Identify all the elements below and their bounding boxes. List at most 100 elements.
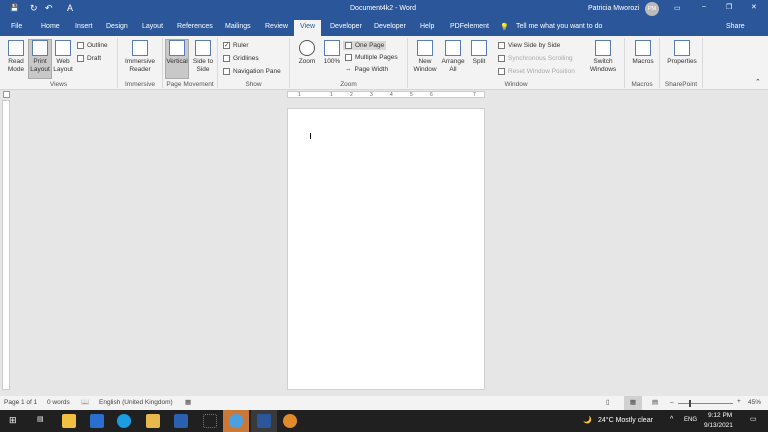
read-mode-button[interactable]: Read Mode [4, 40, 28, 74]
app-icon[interactable] [174, 414, 188, 428]
web-layout-view-icon[interactable]: ▤ [652, 398, 658, 406]
restore-icon[interactable]: ❐ [726, 3, 732, 11]
split-button[interactable]: Split [469, 40, 489, 66]
tab-developer[interactable]: Developer [330, 23, 362, 30]
avatar[interactable]: PM [645, 2, 659, 16]
zoom-level[interactable]: 45% [748, 399, 761, 406]
save-icon[interactable]: 💾 [10, 4, 19, 12]
print-layout-view-icon[interactable]: ▦ [624, 396, 642, 410]
macros-button[interactable]: Macros [628, 40, 658, 66]
page-count[interactable]: Page 1 of 1 [4, 399, 37, 406]
group-label: Window [504, 81, 528, 88]
read-mode-view-icon[interactable]: ▯ [606, 398, 610, 406]
tab-file[interactable]: File [11, 23, 22, 30]
document-page[interactable] [287, 108, 485, 390]
page-width-button[interactable]: ⇔ Page Width [345, 66, 388, 73]
tab-home[interactable]: Home [41, 23, 60, 30]
minimize-icon[interactable]: – [702, 3, 706, 10]
tab-developer-2[interactable]: Developer [374, 23, 406, 30]
chrome-icon[interactable] [283, 414, 297, 428]
taskbar-word[interactable] [251, 410, 277, 432]
share-button[interactable]: Share [726, 23, 745, 30]
mail-icon[interactable] [90, 414, 104, 428]
checkbox-checked-icon: ✓ [223, 42, 230, 49]
vertical-button[interactable]: Vertical [165, 39, 189, 79]
weather-icon[interactable]: 🌙 [583, 416, 592, 424]
tab-design[interactable]: Design [106, 23, 128, 30]
file-explorer-icon[interactable] [146, 414, 160, 428]
new-window-button[interactable]: New Window [412, 40, 438, 74]
web-layout-button[interactable]: Web Layout [52, 40, 74, 74]
title-bar: 💾 ↻ ↶ A Document4k2 - Word Patricia Mwor… [0, 0, 768, 18]
clock-time[interactable]: 9:12 PM [708, 412, 732, 419]
user-name[interactable]: Patricia Mworozi [588, 5, 639, 12]
group-macros: Macros Macros [625, 38, 660, 88]
edge-icon[interactable] [117, 414, 131, 428]
app-icon-2[interactable] [203, 414, 217, 428]
reset-window-position-button[interactable]: Reset Window Position [498, 68, 575, 75]
clock-date[interactable]: 9/13/2021 [704, 422, 733, 429]
tab-references[interactable]: References [177, 23, 213, 30]
store-icon[interactable] [62, 414, 76, 428]
zoom-button[interactable]: Zoom [295, 40, 319, 66]
zoom-100-button[interactable]: 100% [321, 40, 343, 66]
tab-layout[interactable]: Layout [142, 23, 163, 30]
zoom-slider-thumb[interactable] [689, 400, 691, 407]
ruler-checkbox[interactable]: ✓ Ruler [223, 42, 249, 49]
group-label: Page Movement [166, 81, 214, 88]
tell-me-input[interactable]: Tell me what you want to do [516, 23, 602, 30]
horizontal-ruler[interactable]: 1 1 2 3 4 5 6 7 [287, 91, 485, 98]
print-layout-button[interactable]: Print Layout [28, 39, 52, 79]
tab-review[interactable]: Review [265, 23, 288, 30]
notifications-icon[interactable]: ▭ [750, 415, 757, 423]
side-to-side-button[interactable]: Side to Side [191, 40, 215, 74]
group-label: Immersive [125, 81, 155, 88]
windows-start-icon[interactable]: ⊞ [9, 415, 17, 426]
immersive-reader-button[interactable]: Immersive Reader [120, 40, 160, 74]
tab-insert[interactable]: Insert [75, 23, 93, 30]
language[interactable]: English (United Kingdom) [99, 399, 173, 406]
zoom-out-button[interactable]: – [670, 399, 674, 406]
view-side-by-side-button[interactable]: View Side by Side [498, 42, 560, 49]
tab-help[interactable]: Help [420, 23, 434, 30]
label: One Page [355, 42, 385, 49]
task-view-icon[interactable]: ▤ [37, 415, 44, 423]
proofing-icon[interactable]: 📖 [81, 398, 89, 406]
weather-text[interactable]: 24°C Mostly clear [598, 417, 653, 424]
ruler-tick: 6 [430, 92, 433, 98]
tab-mailings[interactable]: Mailings [225, 23, 251, 30]
gridlines-checkbox[interactable]: Gridlines [223, 55, 259, 62]
draft-button[interactable]: Draft [77, 55, 101, 62]
macro-record-icon[interactable]: ▦ [185, 398, 191, 406]
font-icon[interactable]: A [67, 3, 73, 13]
zoom-in-button[interactable]: + [737, 398, 741, 405]
switch-windows-button[interactable]: Switch Windows [584, 40, 622, 74]
ruler-tick: 4 [390, 92, 393, 98]
properties-button[interactable]: Properties [663, 40, 701, 66]
vertical-ruler[interactable] [2, 100, 10, 390]
word-count[interactable]: 0 words [47, 399, 70, 406]
ribbon-display-icon[interactable]: ▭ [674, 4, 681, 12]
group-label: Show [245, 81, 262, 88]
label: Split [472, 58, 486, 65]
tab-pdfelement[interactable]: PDFelement [450, 23, 489, 30]
page-width-icon: ⇔ [345, 66, 352, 73]
navigation-pane-checkbox[interactable]: Navigation Pane [223, 68, 281, 75]
tab-selector[interactable] [3, 91, 10, 98]
arrange-all-button[interactable]: Arrange All [440, 40, 466, 74]
show-hidden-icons[interactable]: ^ [670, 416, 673, 423]
zoom-slider[interactable] [678, 400, 733, 407]
taskbar-active-app[interactable] [223, 410, 249, 432]
one-page-button[interactable]: One Page [343, 41, 387, 50]
multiple-pages-button[interactable]: Multiple Pages [345, 54, 398, 61]
one-page-icon [345, 42, 352, 49]
close-icon[interactable]: ✕ [751, 3, 757, 11]
tab-view[interactable]: View [294, 20, 322, 36]
collapse-ribbon-icon[interactable]: ⌃ [755, 78, 761, 86]
word-icon [257, 414, 271, 428]
outline-button[interactable]: Outline [77, 42, 108, 49]
undo-icon[interactable]: ↶ [45, 3, 53, 14]
redo-icon[interactable]: ↻ [30, 3, 38, 14]
synchronous-scrolling-button[interactable]: Synchronous Scrolling [498, 55, 573, 62]
input-language[interactable]: ENG [684, 417, 697, 423]
